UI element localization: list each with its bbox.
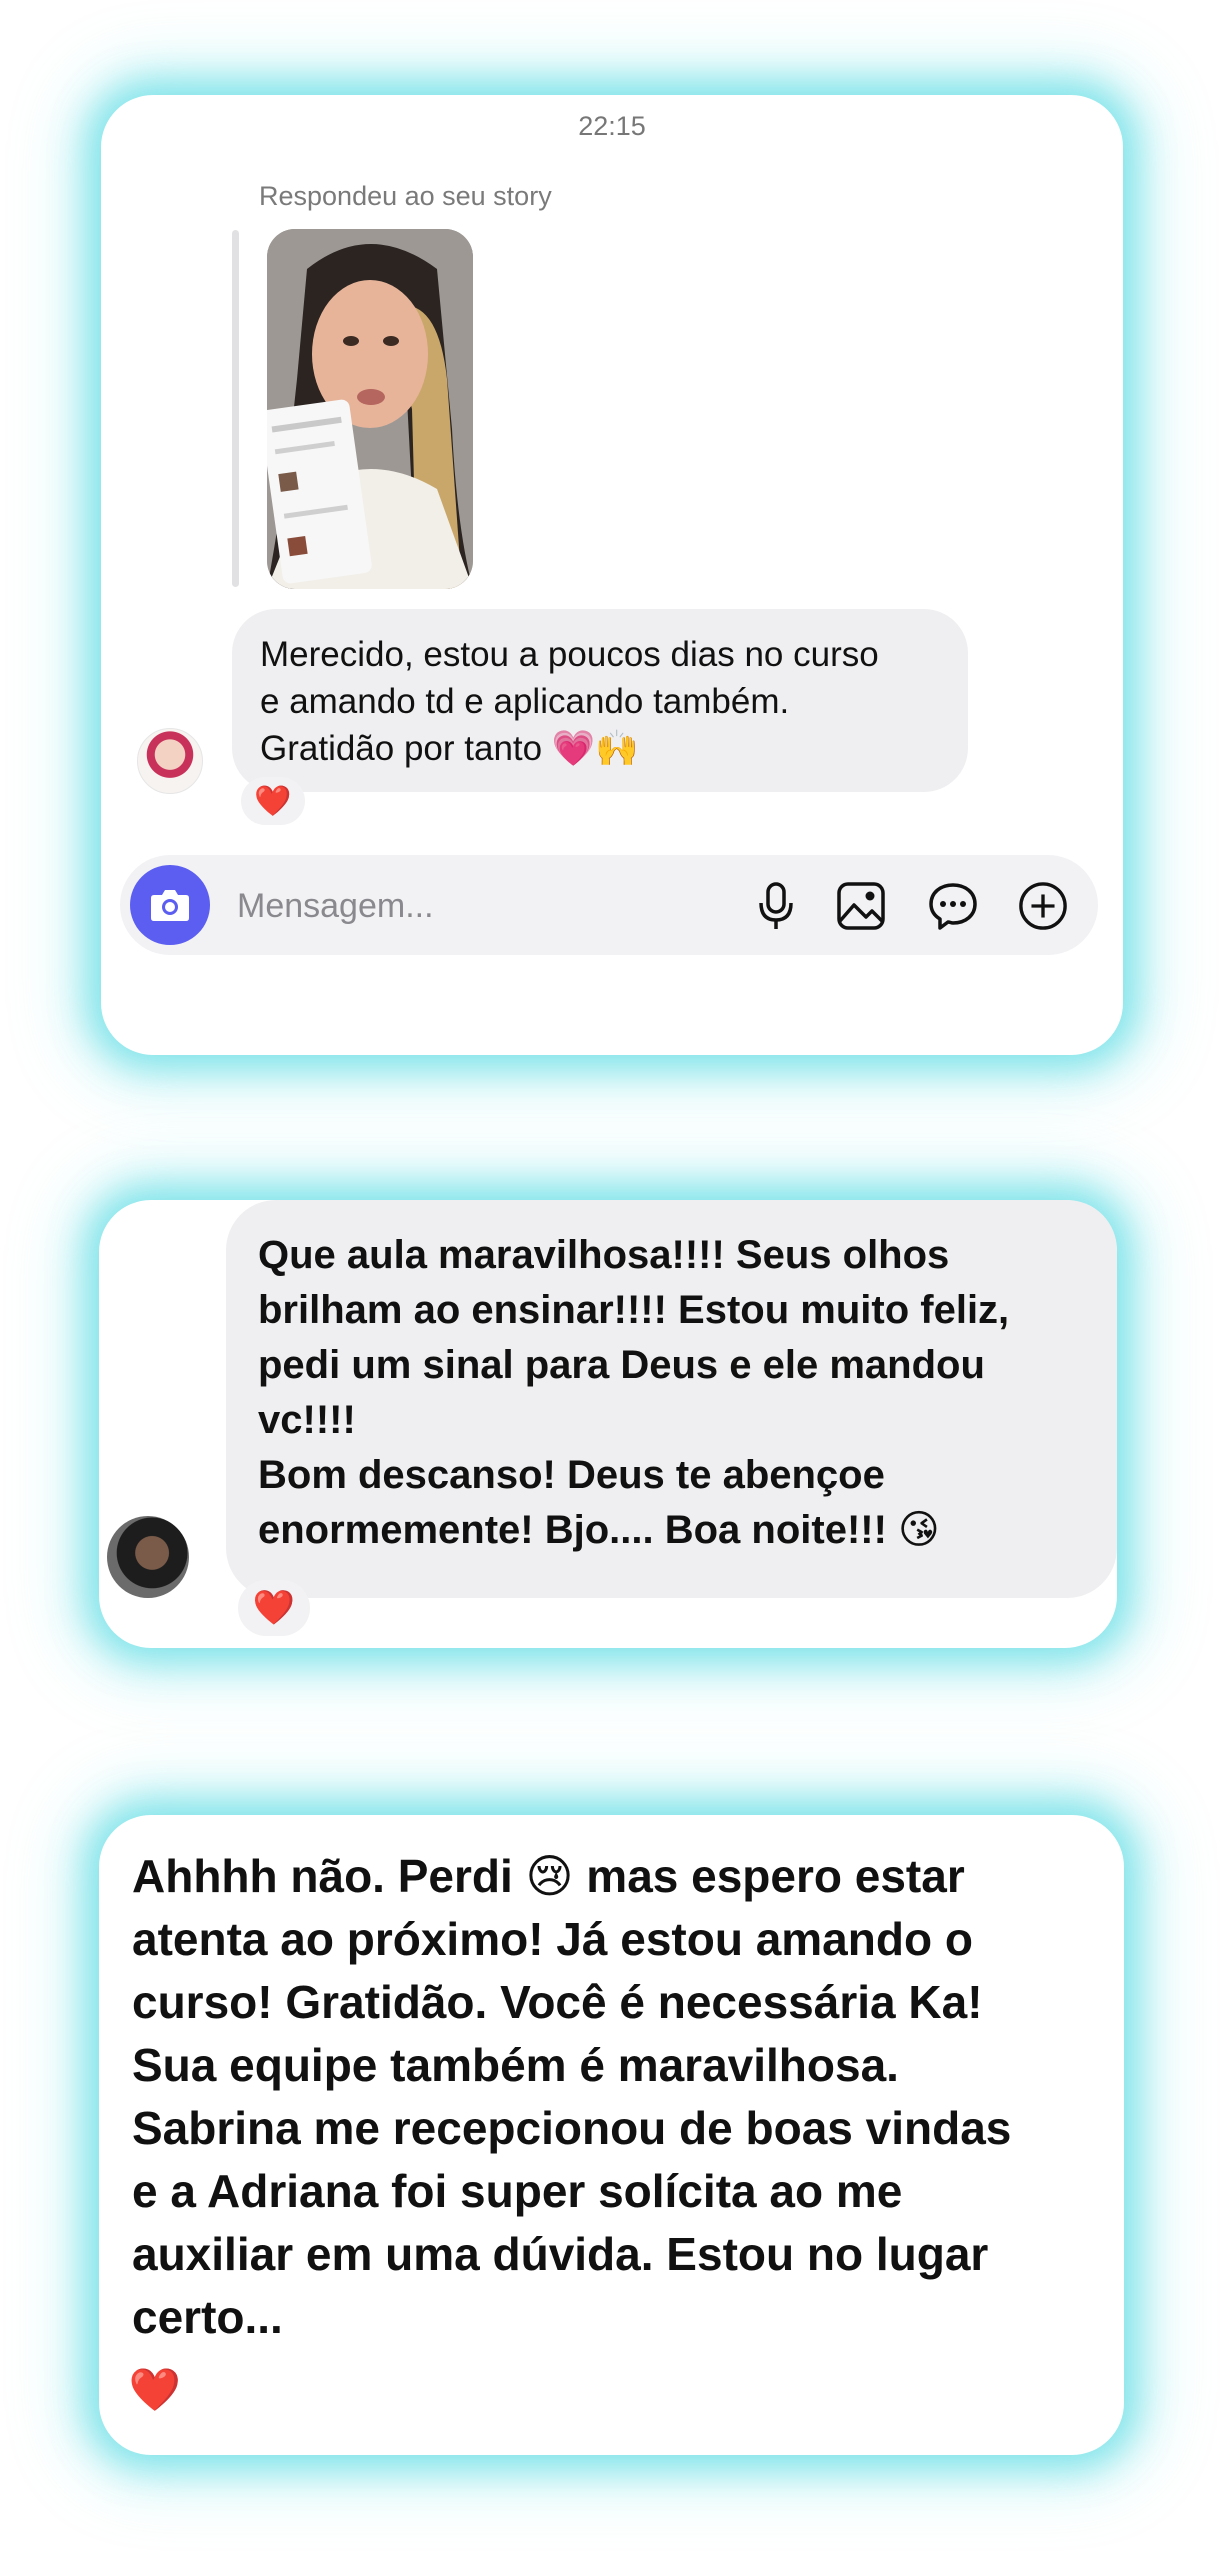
sender-avatar[interactable] — [107, 1516, 189, 1598]
message-line: Sabrina me recepcionou de boas vindas — [132, 2102, 1012, 2154]
camera-button[interactable] — [130, 865, 210, 945]
message-line: Gratidão por tanto 💗🙌 — [260, 729, 640, 768]
message-line: Merecido, estou a poucos dias no curso — [260, 635, 879, 674]
story-reply-label: Respondeu ao seu story — [259, 181, 552, 211]
sender-avatar[interactable] — [137, 728, 203, 794]
story-reply-card: 22:15 Respondeu ao seu story Merecido, e… — [101, 95, 1123, 1055]
plus-icon[interactable] — [1018, 881, 1068, 931]
reply-indicator-bar — [232, 230, 239, 587]
message-composer — [120, 855, 1098, 955]
message-line: e amando td e aplicando também. — [260, 682, 790, 721]
message-timestamp: 22:15 — [578, 111, 646, 141]
heart-reaction[interactable]: ❤️ — [238, 1580, 310, 1636]
message-line: enormemente! Bjo.... Boa noite!!! 😘 — [258, 1508, 940, 1552]
message-line: vc!!!! — [258, 1398, 356, 1442]
comment-text: Ahhhh não. Perdi 😢 mas espero estar aten… — [132, 1845, 1092, 2349]
sticker-icon[interactable] — [928, 881, 978, 931]
story-photo-illustration — [267, 229, 473, 589]
message-line: certo... — [132, 2291, 283, 2343]
message-line: pedi um sinal para Deus e ele mandou — [258, 1343, 985, 1387]
message-input[interactable] — [235, 877, 679, 935]
message-line: Bom descanso! Deus te abençoe — [258, 1453, 885, 1497]
message-bubble[interactable]: Merecido, estou a poucos dias no curso e… — [232, 609, 968, 792]
image-icon[interactable] — [836, 881, 886, 931]
heart-reaction[interactable]: ❤️ — [241, 777, 305, 825]
message-line: Ahhhh não. Perdi 😢 mas espero estar — [132, 1850, 965, 1902]
heart-reaction[interactable]: ❤️ — [127, 2362, 183, 2418]
message-line: curso! Gratidão. Você é necessária Ka! — [132, 1976, 983, 2028]
story-thumbnail[interactable] — [267, 229, 473, 589]
message-line: brilham ao ensinar!!!! Estou muito feliz… — [258, 1288, 1010, 1332]
message-line: Sua equipe também é maravilhosa. — [132, 2039, 899, 2091]
message-line: atenta ao próximo! Já estou amando o — [132, 1913, 973, 1965]
microphone-icon[interactable] — [751, 881, 801, 931]
message-line: e a Adriana foi super solícita ao me — [132, 2165, 903, 2217]
testimonial-card: Que aula maravilhosa!!!! Seus olhos bril… — [99, 1200, 1117, 1648]
message-line: auxiliar em uma dúvida. Estou no lugar — [132, 2228, 989, 2280]
camera-icon — [151, 890, 189, 921]
message-line: Que aula maravilhosa!!!! Seus olhos — [258, 1233, 950, 1277]
testimonial-card: Ahhhh não. Perdi 😢 mas espero estar aten… — [99, 1815, 1124, 2455]
message-bubble[interactable]: Que aula maravilhosa!!!! Seus olhos bril… — [226, 1200, 1117, 1598]
